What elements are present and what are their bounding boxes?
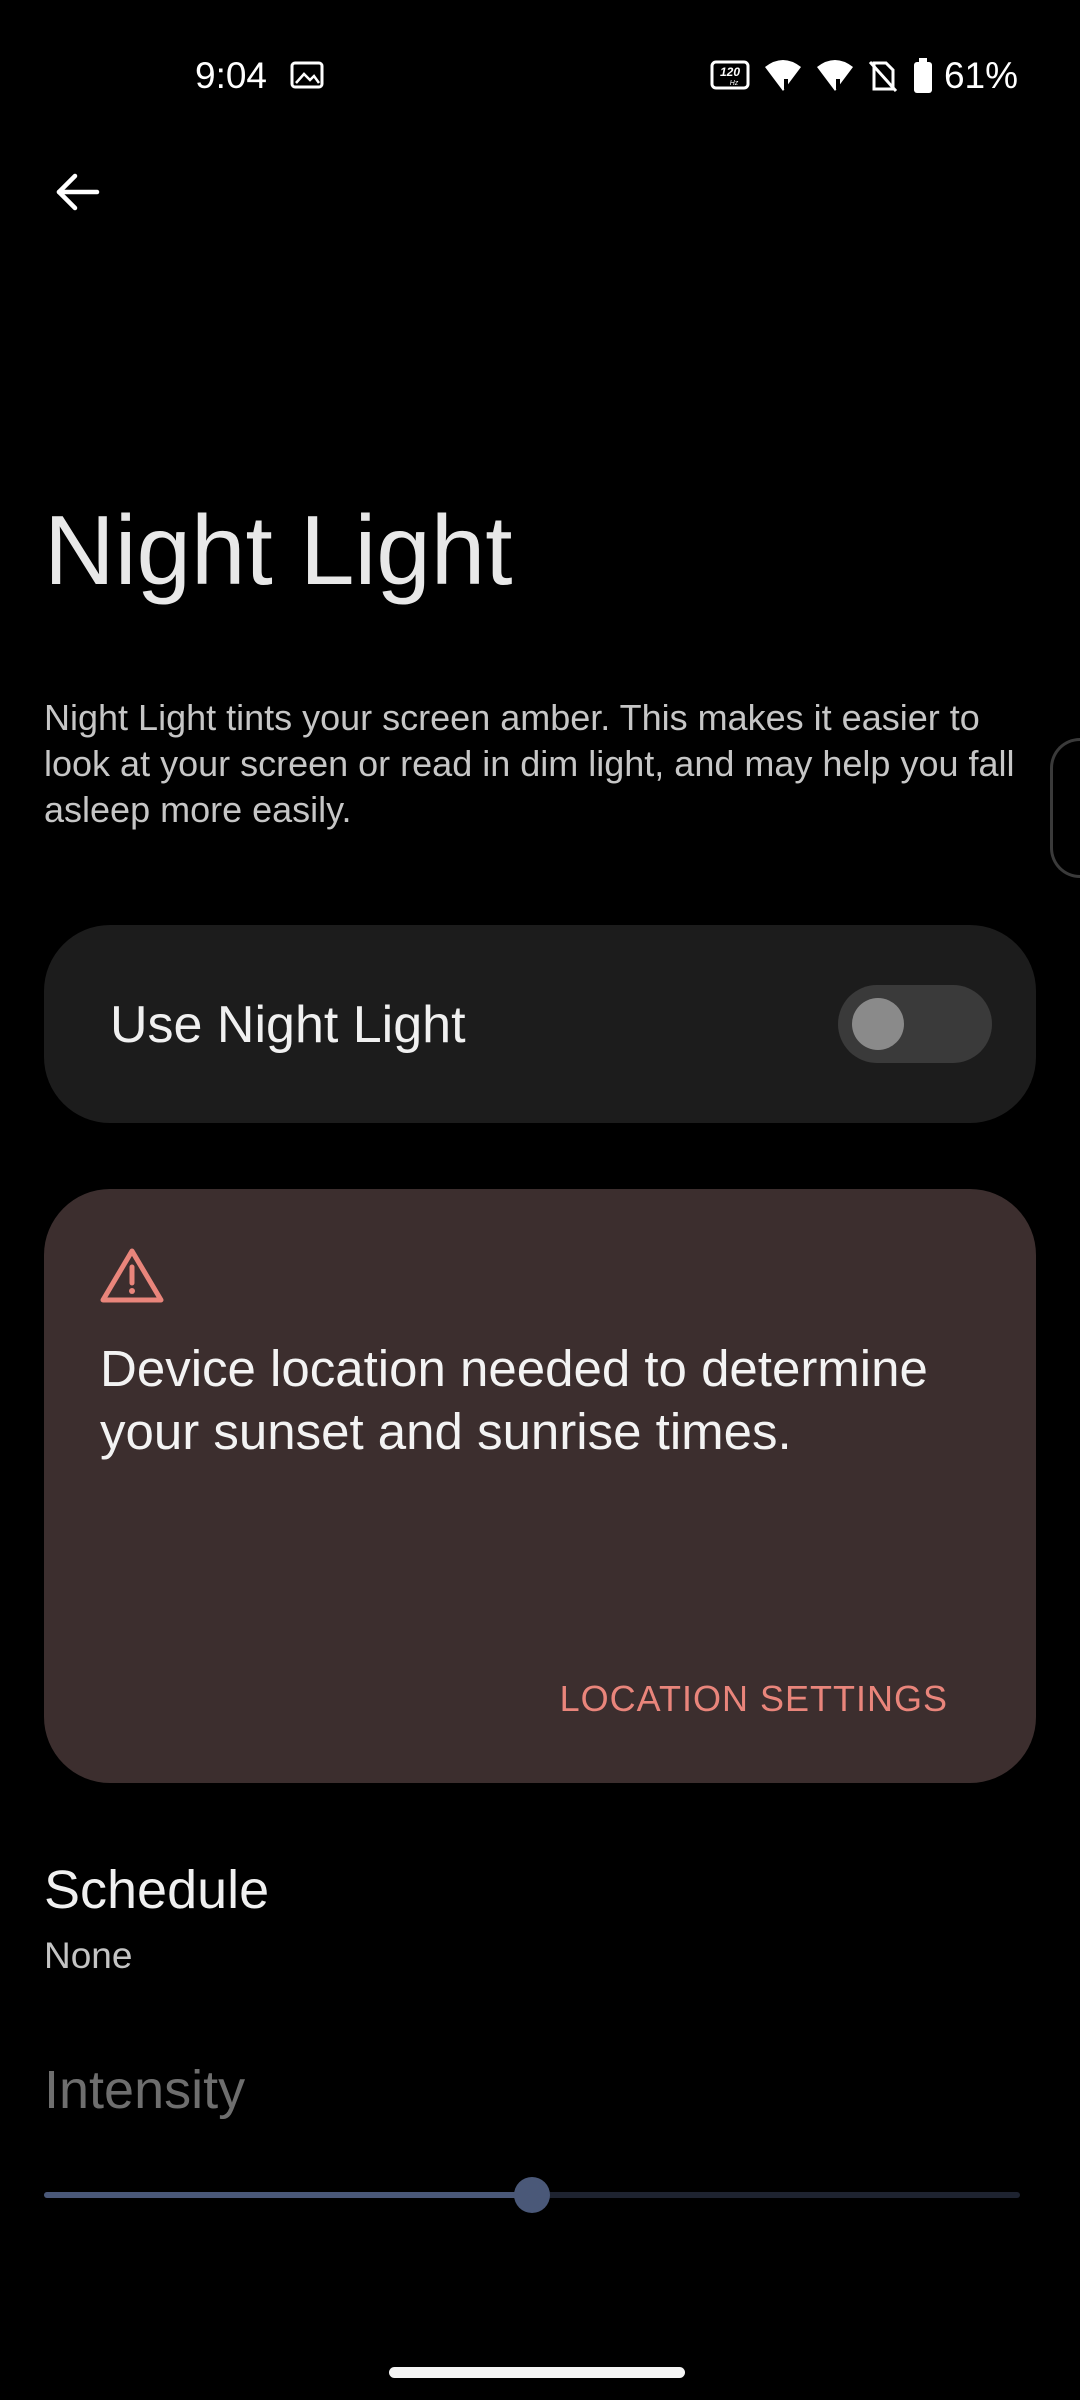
svg-text:120: 120 xyxy=(720,65,740,79)
use-night-light-switch[interactable] xyxy=(838,985,992,1063)
gallery-icon xyxy=(290,61,324,89)
schedule-title: Schedule xyxy=(44,1860,270,1920)
switch-thumb xyxy=(852,998,904,1050)
location-warning-card: Device location needed to determine your… xyxy=(44,1189,1036,1783)
gesture-navigation-bar[interactable] xyxy=(389,2367,685,2378)
use-night-light-label: Use Night Light xyxy=(110,996,466,1054)
no-sim-icon xyxy=(868,60,898,93)
use-night-light-row[interactable]: Use Night Light xyxy=(44,925,1036,1123)
intensity-title: Intensity xyxy=(44,2060,246,2120)
signal-icon xyxy=(816,60,853,91)
svg-text:Hz: Hz xyxy=(730,80,739,87)
back-button[interactable] xyxy=(40,155,114,229)
slider-fill xyxy=(44,2192,532,2198)
status-icons: 120 Hz 61% xyxy=(696,52,1018,100)
location-settings-button[interactable]: LOCATION SETTINGS xyxy=(560,1669,948,1729)
intensity-slider[interactable] xyxy=(44,2175,1020,2215)
arrow-back-icon xyxy=(56,173,100,211)
warning-icon xyxy=(100,1248,164,1303)
battery-percent: 61% xyxy=(943,55,1018,96)
warning-message: Device location needed to determine your… xyxy=(100,1340,928,1460)
status-time: 9:04 xyxy=(195,55,268,96)
schedule-value: None xyxy=(44,1935,133,1976)
page-description: Night Light tints your screen amber. Thi… xyxy=(44,697,1015,830)
slider-thumb[interactable] xyxy=(514,2177,550,2213)
refresh-rate-120hz-icon: 120 Hz xyxy=(710,60,750,90)
wifi-icon xyxy=(764,60,801,91)
battery-icon xyxy=(913,58,932,93)
page-title: Night Light xyxy=(44,495,513,605)
status-bar: 9:04 120 Hz 61% xyxy=(0,0,1080,150)
edge-panel-handle[interactable] xyxy=(1050,738,1080,878)
